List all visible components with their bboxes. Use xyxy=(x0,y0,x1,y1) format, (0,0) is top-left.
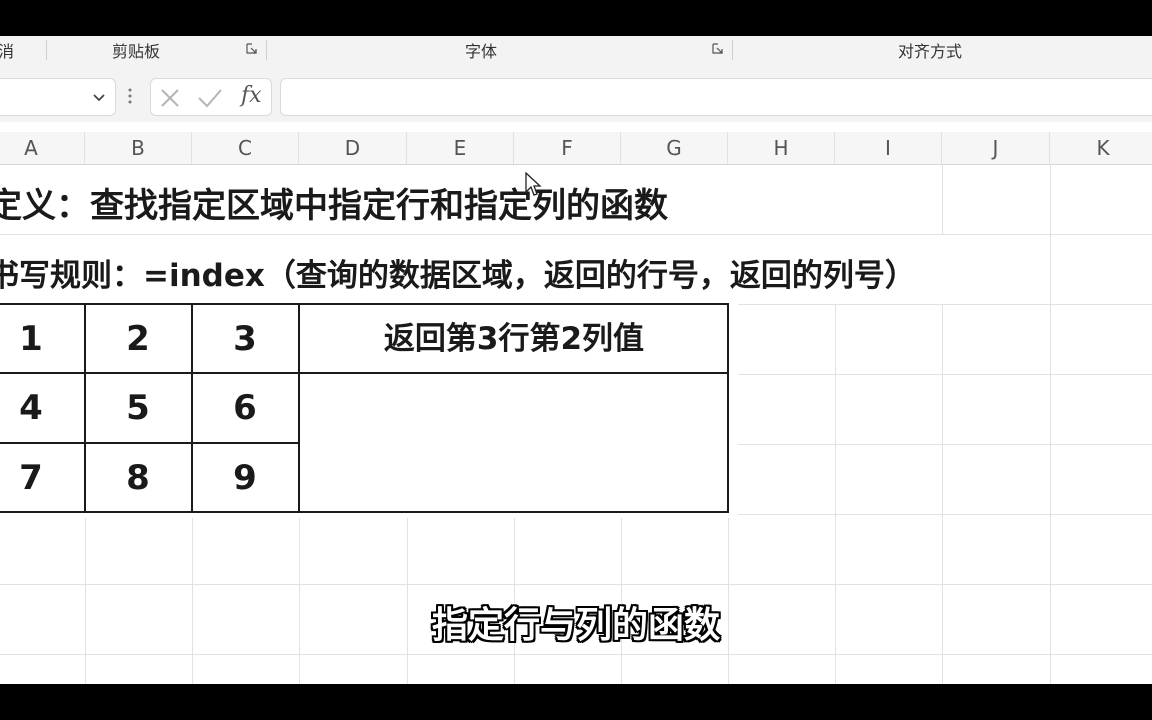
ribbon-group-labels: 消 剪贴板 字体 对齐方式 xyxy=(0,36,1152,67)
table-cell[interactable]: 8 xyxy=(85,444,191,512)
ribbon-group-alignment: 对齐方式 xyxy=(898,42,963,61)
column-header-e[interactable]: E xyxy=(407,132,514,164)
formula-bar: fx xyxy=(0,66,1152,122)
mouse-pointer-icon xyxy=(524,171,542,202)
ribbon-group-font: 字体 xyxy=(465,42,498,61)
formula-actions: fx xyxy=(150,78,272,116)
chevron-down-icon[interactable] xyxy=(91,89,107,109)
column-header-j[interactable]: J xyxy=(942,132,1050,164)
cancel-x-icon[interactable] xyxy=(159,87,181,113)
more-options-icon[interactable] xyxy=(127,86,133,106)
formula-input[interactable] xyxy=(280,78,1152,116)
syntax-text: 书写规则：=index（查询的数据区域，返回的行号，返回的列号） xyxy=(0,258,916,294)
result-cell[interactable] xyxy=(300,374,727,511)
table-cell[interactable]: 3 xyxy=(192,305,298,373)
column-header-c[interactable]: C xyxy=(192,132,299,164)
ribbon-separator xyxy=(46,40,47,60)
dialog-launcher-icon[interactable] xyxy=(246,43,258,55)
table-cell[interactable]: 9 xyxy=(192,444,298,512)
gridline xyxy=(0,654,1152,655)
column-header-f[interactable]: F xyxy=(514,132,621,164)
table-cell[interactable]: 1 xyxy=(0,305,84,373)
checkmark-icon[interactable] xyxy=(197,87,223,113)
column-header-h[interactable]: H xyxy=(728,132,835,164)
definition-text: 定义：查找指定区域中指定行和指定列的函数 xyxy=(0,186,668,226)
spreadsheet-window: 消 剪贴板 字体 对齐方式 fx A B C D E F G H I J K 定… xyxy=(0,36,1152,684)
ribbon-separator xyxy=(732,40,733,60)
column-header-g[interactable]: G xyxy=(621,132,728,164)
table-cell[interactable]: 4 xyxy=(0,374,84,442)
video-frame: 消 剪贴板 字体 对齐方式 fx A B C D E F G H I J K 定… xyxy=(0,0,1152,720)
fx-icon[interactable]: fx xyxy=(241,83,262,108)
ribbon-separator xyxy=(266,40,267,60)
column-header-a[interactable]: A xyxy=(0,132,85,164)
dialog-launcher-icon[interactable] xyxy=(712,43,724,55)
column-header-b[interactable]: B xyxy=(85,132,192,164)
column-header-row: A B C D E F G H I J K xyxy=(0,132,1152,165)
ribbon-group-clipboard: 剪贴板 xyxy=(112,42,161,61)
column-header-i[interactable]: I xyxy=(835,132,942,164)
column-header-k[interactable]: K xyxy=(1050,132,1152,164)
name-box[interactable] xyxy=(0,78,116,116)
table-cell[interactable]: 5 xyxy=(85,374,191,442)
note-cell[interactable]: 返回第3行第2列值 xyxy=(300,305,728,373)
gridline xyxy=(0,584,1152,585)
video-subtitle: 指定行与列的函数 xyxy=(431,605,720,646)
table-cell[interactable]: 7 xyxy=(0,444,84,512)
table-cell[interactable]: 2 xyxy=(85,305,191,373)
ribbon-group-undo: 消 xyxy=(0,42,15,61)
column-header-d[interactable]: D xyxy=(299,132,407,164)
table-cell[interactable]: 6 xyxy=(192,374,298,442)
